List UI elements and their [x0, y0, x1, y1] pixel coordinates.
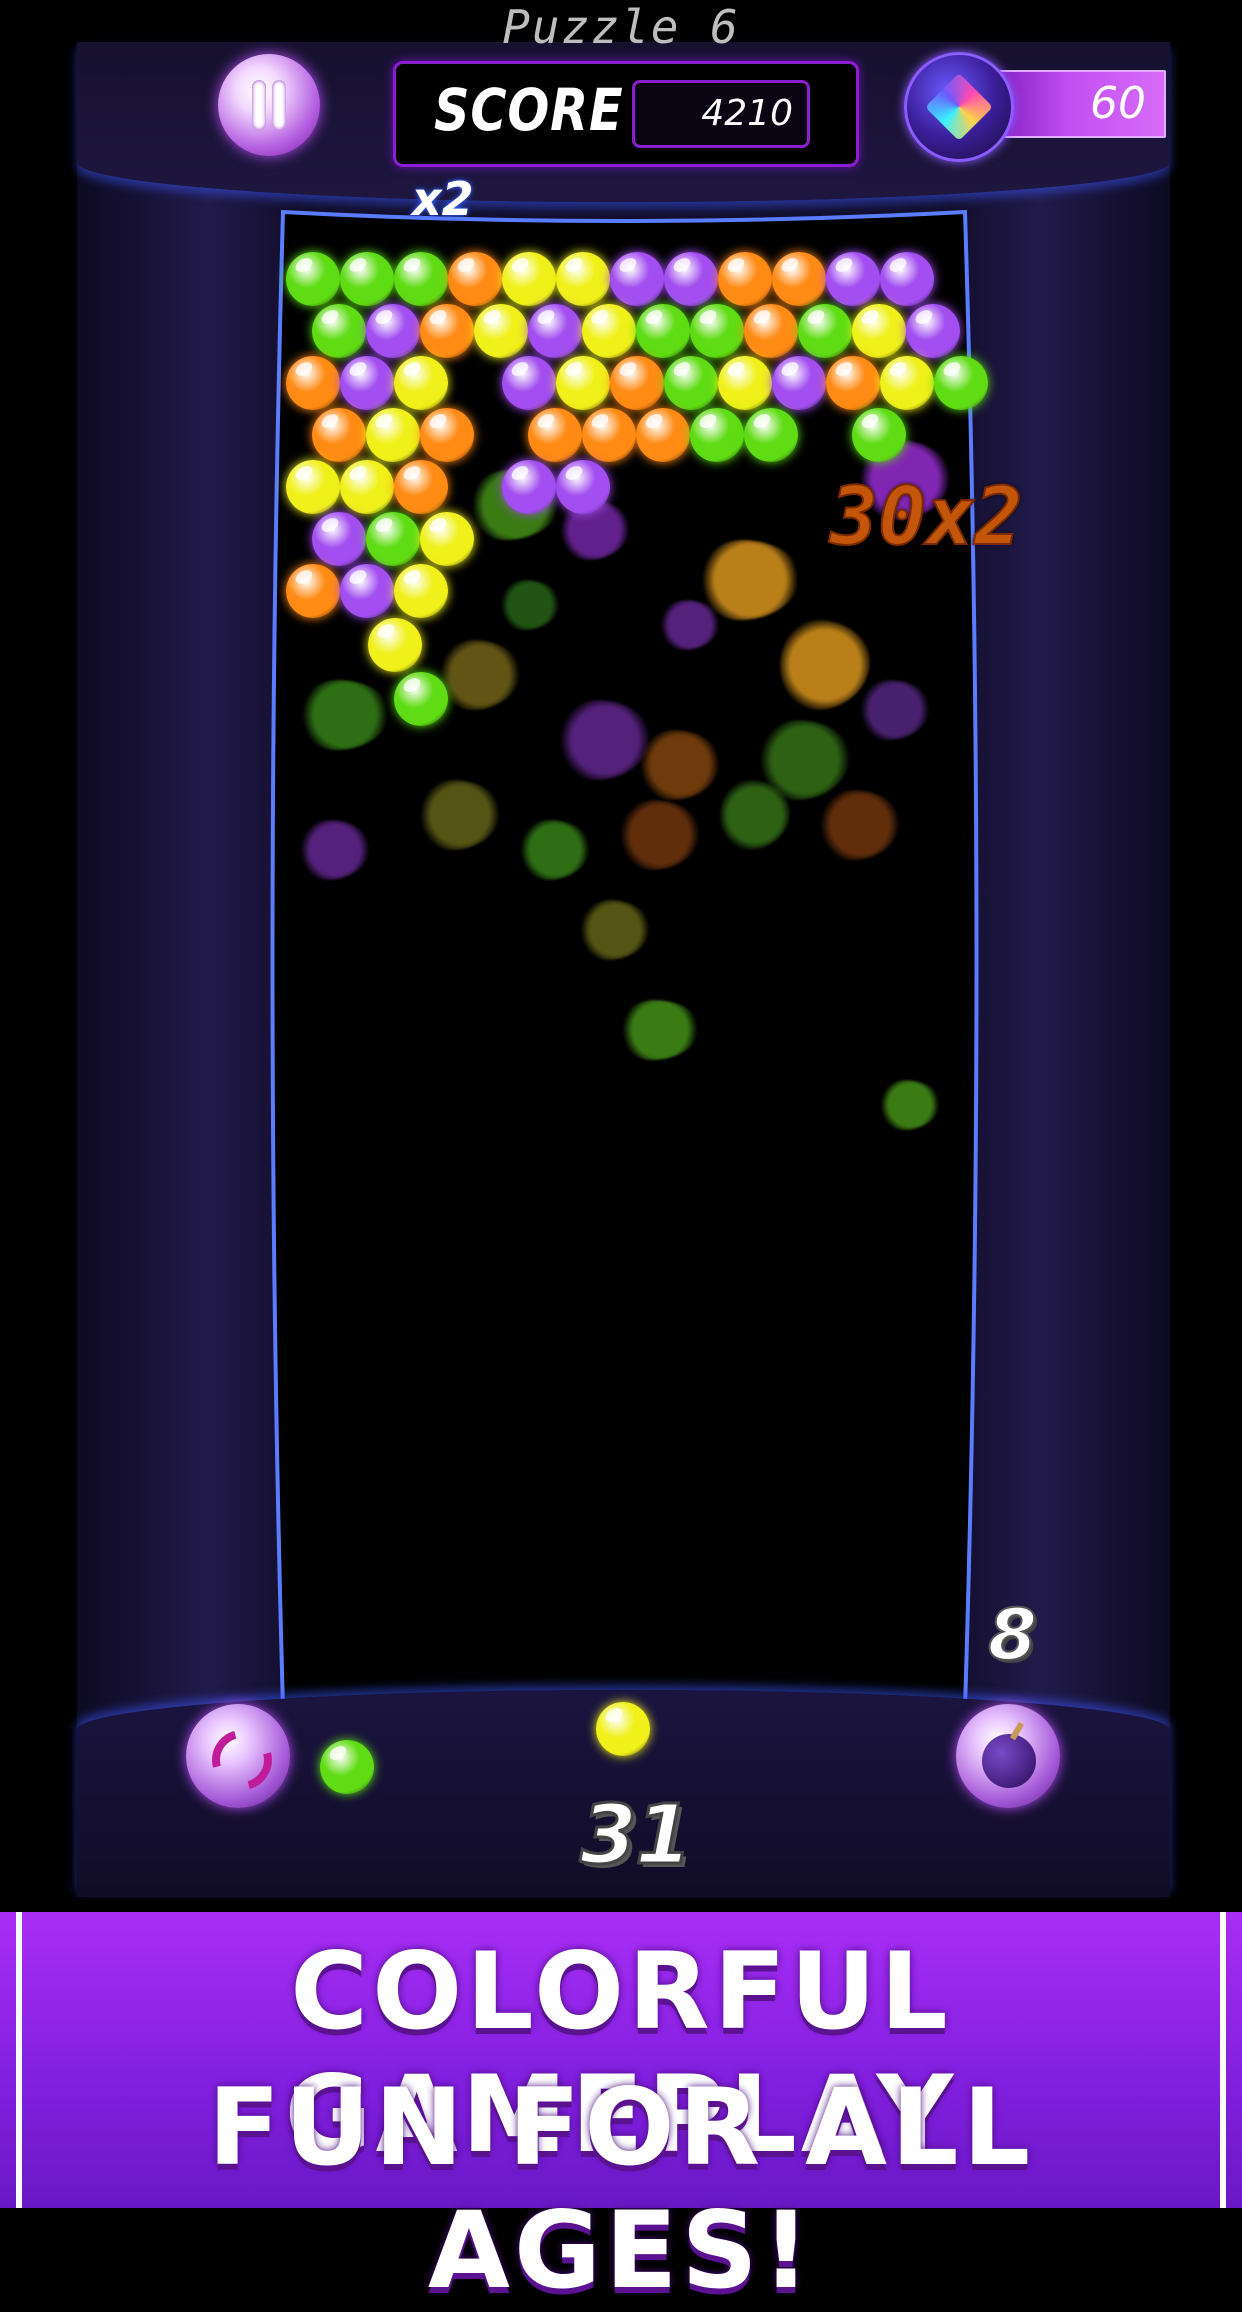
bubble: [664, 252, 718, 306]
bubble: [744, 408, 798, 462]
bubble: [448, 252, 502, 306]
bubble: [394, 672, 448, 726]
bubble: [340, 460, 394, 514]
bubble: [826, 356, 880, 410]
bubble: [420, 512, 474, 566]
bubble: [340, 252, 394, 306]
bubble: [582, 304, 636, 358]
bubble: [366, 304, 420, 358]
bubble: [798, 304, 852, 358]
game-screen: Puzzle 6 SCORE 4210 60 x2 30x2 8 31: [0, 0, 1242, 1912]
bubble: [286, 460, 340, 514]
score-value-box: 4210: [632, 80, 810, 148]
swap-button[interactable]: [186, 1704, 290, 1808]
bubble: [502, 252, 556, 306]
bubble: [556, 356, 610, 410]
bubble: [934, 356, 988, 410]
bubble: [718, 252, 772, 306]
bubble: [366, 408, 420, 462]
bubble: [610, 356, 664, 410]
bubble: [394, 460, 448, 514]
bubble: [556, 252, 610, 306]
bubble: [772, 252, 826, 306]
bubble: [368, 618, 422, 672]
bubble: [312, 512, 366, 566]
bubble: [502, 356, 556, 410]
bubble: [340, 564, 394, 618]
puzzle-title: Puzzle 6: [502, 0, 740, 54]
bubble: [286, 564, 340, 618]
bubble: [420, 304, 474, 358]
bubble: [340, 356, 394, 410]
bubble: [582, 408, 636, 462]
bubble: [906, 304, 960, 358]
pause-icon-bar: [272, 80, 286, 130]
bubble: [286, 356, 340, 410]
swap-icon: [201, 1719, 283, 1801]
bubble: [528, 408, 582, 462]
bubble: [366, 512, 420, 566]
pause-icon: [252, 80, 266, 130]
bubble: [636, 304, 690, 358]
bubble: [852, 304, 906, 358]
score-value: 4210: [701, 93, 793, 134]
score-panel: SCORE 4210: [393, 61, 859, 167]
bubble: [474, 304, 528, 358]
diamond-glyph: [925, 73, 993, 141]
bubble: [610, 252, 664, 306]
bubble: [528, 304, 582, 358]
bubble: [744, 304, 798, 358]
shots-left: 31: [578, 1787, 693, 1885]
bubble: [556, 460, 610, 514]
bubble: [690, 408, 744, 462]
bubble: [502, 460, 556, 514]
bubble: [880, 356, 934, 410]
current-bubble[interactable]: [596, 1702, 650, 1756]
banner-subline: FUN FOR ALL AGES!: [207, 2066, 1035, 2312]
bomb-count: 8: [987, 1593, 1038, 1677]
bubble: [718, 356, 772, 410]
next-bubble[interactable]: [320, 1740, 374, 1794]
pause-button[interactable]: [218, 54, 320, 156]
bubble: [852, 408, 906, 462]
bubble: [312, 408, 366, 462]
bubble: [420, 408, 474, 462]
bubble: [394, 252, 448, 306]
combo-popup: 30x2: [829, 469, 1024, 564]
bubble: [664, 356, 718, 410]
bubble: [880, 252, 934, 306]
bubble: [312, 304, 366, 358]
bubble: [636, 408, 690, 462]
bubble: [826, 252, 880, 306]
bomb-icon: [982, 1734, 1036, 1788]
diamond-icon[interactable]: [904, 52, 1014, 162]
bubble: [394, 356, 448, 410]
bubble: [286, 252, 340, 306]
bomb-button[interactable]: [956, 1704, 1060, 1808]
score-label: SCORE: [434, 76, 624, 144]
bubble: [394, 564, 448, 618]
bubble: [772, 356, 826, 410]
bubble: [690, 304, 744, 358]
gem-count: 60: [1090, 78, 1146, 129]
multiplier-label: x2: [412, 172, 474, 226]
